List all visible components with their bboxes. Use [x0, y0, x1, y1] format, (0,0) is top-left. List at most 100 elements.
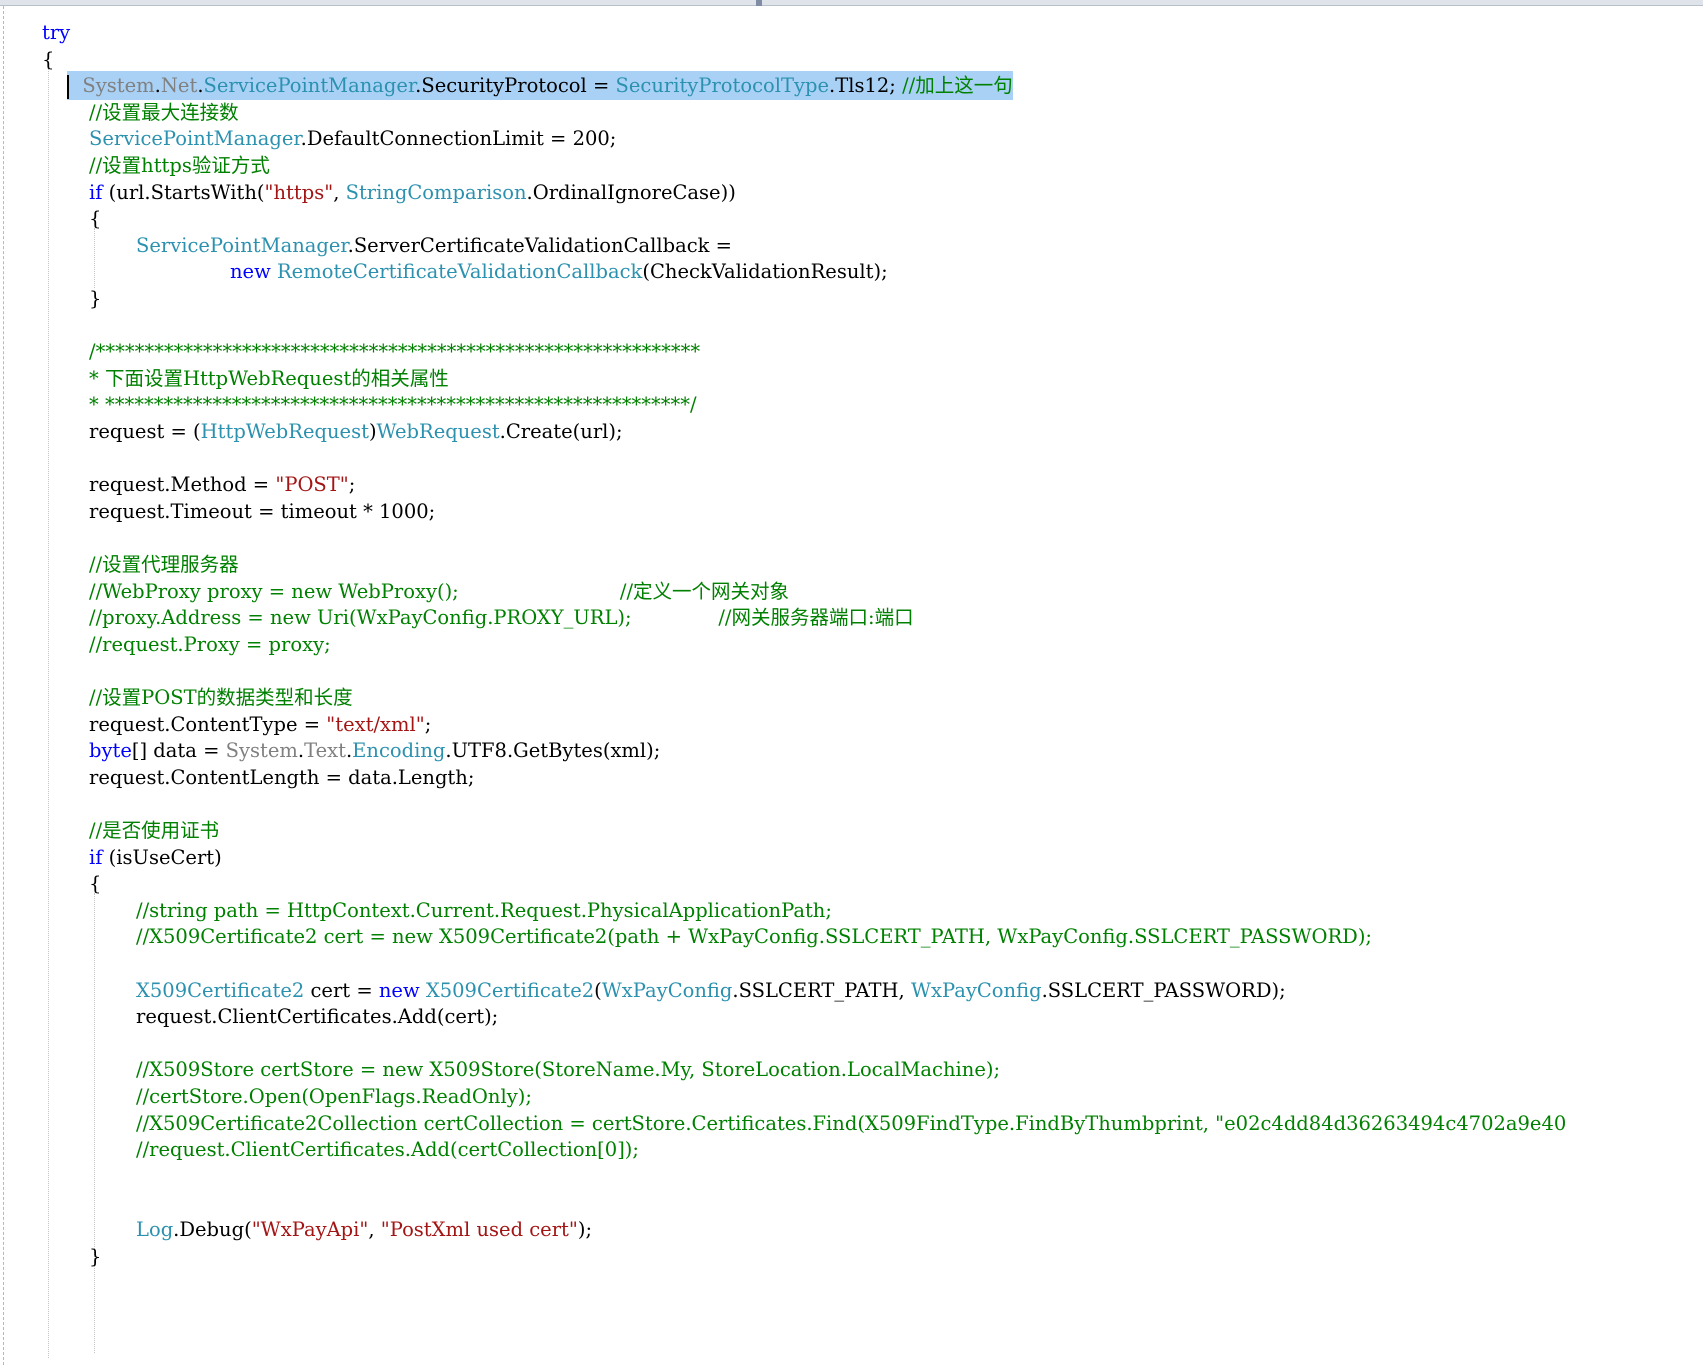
code-token: .Debug(: [173, 1218, 252, 1241]
code-token: cert =: [304, 978, 379, 1002]
code-token: .SSLCERT_PASSWORD);: [1041, 978, 1286, 1002]
code-token: "text/xml": [326, 712, 425, 736]
code-line[interactable]: //proxy.Address = new Uri(WxPayConfig.PR…: [89, 603, 914, 632]
code-token: new: [378, 978, 420, 1002]
code-line[interactable]: try: [42, 18, 70, 47]
code-token: "https": [264, 180, 334, 204]
code-line[interactable]: //WebProxy proxy = new WebProxy(); //定义一…: [89, 577, 789, 606]
code-token: //proxy.Address = new Uri(WxPayConfig.PR…: [89, 606, 914, 630]
code-token: /***************************************…: [89, 340, 701, 364]
code-token: .ServerCertificateValidationCallback =: [347, 233, 732, 257]
text-caret: [67, 74, 69, 99]
code-line[interactable]: //是否使用证书: [89, 816, 219, 845]
code-line[interactable]: * 下面设置HttpWebRequest的相关属性: [89, 364, 449, 393]
code-line[interactable]: request.Method = "POST";: [89, 470, 355, 499]
code-token: (isUseCert): [102, 845, 222, 869]
code-line[interactable]: * **************************************…: [89, 390, 697, 419]
indent-guide: [94, 228, 95, 288]
code-token: .UTF8.GetBytes(xml);: [445, 739, 661, 763]
code-token: //X509Store certStore = new X509Store(St…: [136, 1058, 1001, 1082]
code-editor[interactable]: try { System.Net.ServicePointManager.Secu…: [0, 18, 1703, 1363]
code-token: //设置最大连接数: [89, 100, 239, 124]
code-token: );: [577, 1218, 593, 1241]
code-line[interactable]: }: [89, 284, 101, 313]
code-line[interactable]: /***************************************…: [89, 337, 700, 366]
code-line[interactable]: }: [89, 1242, 101, 1271]
code-token: (CheckValidationResult);: [642, 260, 888, 284]
code-token: request.Timeout = timeout * 1000;: [89, 499, 436, 523]
code-token: //certStore.Open(OpenFlags.ReadOnly);: [136, 1085, 532, 1108]
code-token: //request.ClientCertificates.Add(certCol…: [136, 1138, 639, 1162]
code-token: //string path = HttpContext.Current.Requ…: [136, 898, 832, 922]
code-token: HttpWebRequest: [200, 420, 369, 443]
code-line[interactable]: //X509Certificate2Collection certCollect…: [136, 1109, 1566, 1138]
code-token: "POST": [275, 473, 349, 497]
code-token: System: [82, 74, 155, 98]
code-token: ServicePointManager: [203, 74, 416, 98]
code-token: {: [89, 872, 102, 896]
code-token: WxPayConfig: [910, 978, 1042, 1002]
code-token: ;: [424, 712, 432, 736]
code-token: SecurityProtocolType: [615, 74, 830, 98]
code-line[interactable]: new RemoteCertificateValidationCallback(…: [230, 257, 888, 286]
code-token: WxPayConfig: [601, 978, 733, 1002]
code-token: ServicePointManager: [136, 233, 348, 257]
code-token: if: [89, 845, 103, 869]
code-line[interactable]: //设置代理服务器: [89, 550, 239, 579]
code-token: if: [89, 180, 103, 204]
code-token: Text: [304, 739, 346, 763]
code-line[interactable]: System.Net.ServicePointManager.SecurityP…: [67, 71, 1013, 101]
code-line[interactable]: {: [89, 204, 101, 233]
code-token: Encoding: [352, 739, 446, 763]
code-line[interactable]: ServicePointManager.ServerCertificateVal…: [136, 231, 732, 260]
code-line[interactable]: request.ClientCertificates.Add(cert);: [136, 1002, 498, 1031]
code-token: //request.Proxy = proxy;: [89, 632, 331, 656]
code-token: //WebProxy proxy = new WebProxy(); //定义一…: [89, 579, 790, 603]
code-token: //设置代理服务器: [89, 553, 239, 576]
code-line[interactable]: //request.Proxy = proxy;: [89, 630, 331, 659]
code-token: X509Certificate2: [425, 978, 595, 1002]
code-token: //设置https验证方式: [89, 154, 270, 177]
code-token: StringComparison: [345, 180, 527, 204]
code-token: request.ContentType =: [89, 712, 327, 736]
code-line[interactable]: //certStore.Open(OpenFlags.ReadOnly);: [136, 1082, 532, 1111]
code-line[interactable]: //设置最大连接数: [89, 98, 239, 127]
split-handle[interactable]: [756, 0, 762, 6]
code-line[interactable]: //设置https验证方式: [89, 151, 270, 180]
code-line[interactable]: //设置POST的数据类型和长度: [89, 683, 353, 712]
code-line[interactable]: Log.Debug("WxPayApi", "PostXml used cert…: [136, 1215, 592, 1244]
code-token: .Create(url);: [499, 420, 623, 443]
code-token: ServicePointManager: [89, 127, 301, 151]
code-token: System: [225, 739, 298, 763]
code-line[interactable]: request.Timeout = timeout * 1000;: [89, 497, 435, 526]
code-line[interactable]: //string path = HttpContext.Current.Requ…: [136, 896, 832, 925]
code-token: request.Method =: [89, 473, 276, 497]
code-line[interactable]: //request.ClientCertificates.Add(certCol…: [136, 1135, 639, 1164]
code-line[interactable]: request = (HttpWebRequest)WebRequest.Cre…: [89, 417, 623, 446]
code-token: }: [89, 1244, 102, 1268]
code-line[interactable]: request.ContentType = "text/xml";: [89, 710, 431, 739]
code-line[interactable]: X509Certificate2 cert = new X509Certific…: [136, 976, 1286, 1005]
code-token: .DefaultConnectionLimit = 200;: [300, 127, 617, 151]
code-token: new: [230, 260, 271, 284]
code-line[interactable]: request.ContentLength = data.Length;: [89, 763, 474, 792]
code-token: Log: [136, 1218, 174, 1241]
code-token: byte: [89, 739, 132, 763]
code-token: .SecurityProtocol =: [415, 74, 616, 98]
code-token: //设置POST的数据类型和长度: [89, 686, 353, 709]
caret-spacer: [70, 74, 82, 97]
code-line[interactable]: if (url.StartsWith("https", StringCompar…: [89, 178, 736, 207]
code-line[interactable]: //X509Store certStore = new X509Store(St…: [136, 1055, 1000, 1084]
code-line[interactable]: ServicePointManager.DefaultConnectionLim…: [89, 124, 616, 153]
code-token: WebRequest: [376, 420, 500, 443]
code-token: .Tls12;: [829, 74, 903, 98]
code-line[interactable]: {: [89, 869, 101, 898]
code-token: "PostXml used cert": [380, 1218, 578, 1241]
code-line[interactable]: //X509Certificate2 cert = new X509Certif…: [136, 922, 1372, 951]
code-line[interactable]: byte[] data = System.Text.Encoding.UTF8.…: [89, 736, 660, 765]
code-token: X509Certificate2: [136, 978, 305, 1002]
code-token: (: [594, 978, 602, 1002]
code-line[interactable]: if (isUseCert): [89, 843, 222, 872]
code-token: request.ContentLength = data.Length;: [89, 765, 475, 789]
code-line[interactable]: {: [42, 45, 54, 74]
